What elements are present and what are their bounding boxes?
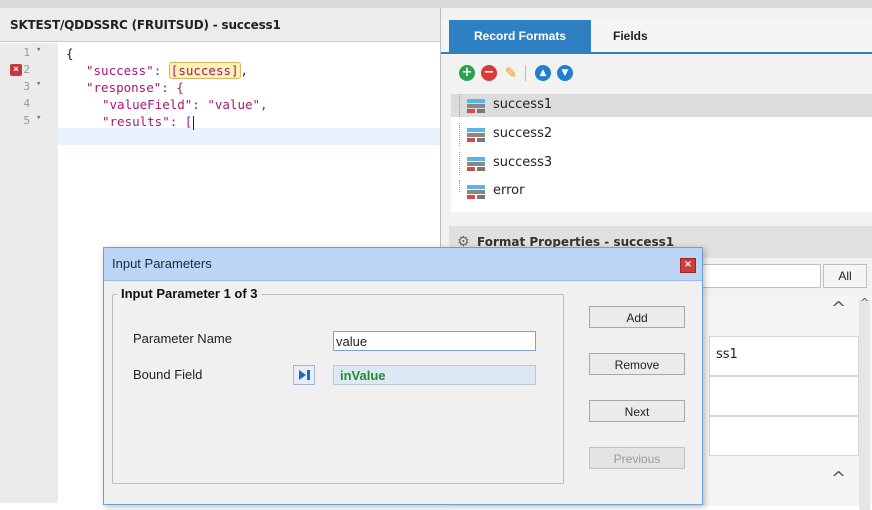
code-key: "success":	[86, 63, 169, 78]
parameter-name-input[interactable]: value	[333, 331, 536, 351]
tab-bar: Record Formats Fields	[441, 20, 872, 54]
all-button[interactable]: All	[823, 264, 867, 288]
code-line-5: "results": [	[102, 113, 195, 130]
tree-connector	[459, 180, 460, 192]
bound-field-value: inValue	[333, 365, 536, 385]
move-up-icon[interactable]: ▲	[535, 65, 551, 81]
previous-button[interactable]: Previous	[589, 447, 685, 469]
dialog-title: Input Parameters	[112, 256, 212, 271]
gutter-line: 1 ▾	[0, 45, 56, 62]
toolbar-divider	[525, 65, 526, 81]
tree-item-success1[interactable]: success1	[451, 94, 872, 117]
tab-record-formats[interactable]: Record Formats	[449, 20, 591, 52]
record-format-icon	[467, 128, 485, 142]
code-text: {	[66, 46, 74, 61]
line-number: 1	[23, 46, 30, 59]
fold-arrow-icon[interactable]: ▾	[36, 113, 41, 123]
record-toolbar: + − ✎ ▲ ▼	[451, 62, 871, 88]
tree-connector	[459, 123, 460, 146]
code-line-2: "success": [success],	[86, 62, 248, 79]
code-key: "response": {	[86, 80, 184, 95]
dialog-titlebar[interactable]: Input Parameters ×	[104, 248, 702, 281]
parameter-name-label: Parameter Name	[133, 331, 232, 346]
placeholder-badge[interactable]: [success]	[168, 62, 241, 79]
record-format-icon	[467, 157, 485, 171]
tree-item-success2[interactable]: success2	[451, 123, 872, 146]
property-value-cell[interactable]	[709, 376, 859, 416]
code-area[interactable]: { "success": [success], "response": { "v…	[60, 43, 440, 163]
top-strip	[0, 0, 872, 8]
error-icon[interactable]: ×	[10, 64, 22, 76]
input-parameters-dialog: Input Parameters × Input Parameter 1 of …	[103, 247, 703, 505]
bound-field-label: Bound Field	[133, 367, 203, 382]
collapse-caret-icon[interactable]: ^	[831, 298, 846, 319]
tree-connector	[459, 94, 460, 117]
line-number: 3	[23, 80, 30, 93]
gutter-line: 5 ▾	[0, 113, 56, 130]
code-line-4: "valueField": "value",	[102, 96, 268, 113]
tree-item-success3[interactable]: success3	[451, 152, 872, 175]
close-icon[interactable]: ×	[680, 258, 696, 273]
bound-field-picker-button[interactable]	[293, 365, 315, 385]
tree-item-label: success3	[493, 155, 553, 170]
tree-item-label: error	[493, 183, 525, 198]
fold-arrow-icon[interactable]: ▾	[36, 45, 41, 55]
line-number: 5	[23, 114, 30, 127]
parameter-groupbox: Input Parameter 1 of 3 Parameter Name va…	[112, 286, 564, 484]
gutter-line: 3 ▾	[0, 79, 56, 96]
property-value-cell[interactable]: ss1	[709, 336, 859, 376]
tree-item-error[interactable]: error	[451, 180, 872, 203]
collapse-caret-icon[interactable]: ^	[831, 468, 846, 489]
tree-item-label: success2	[493, 126, 553, 141]
next-button[interactable]: Next	[589, 400, 685, 422]
add-button[interactable]: Add	[589, 306, 685, 328]
record-format-icon	[467, 185, 485, 199]
remove-icon[interactable]: −	[481, 65, 497, 81]
property-value-cell[interactable]	[709, 416, 859, 456]
code-key: "results": [	[102, 114, 193, 129]
scroll-up-icon[interactable]: ^	[860, 296, 869, 309]
code-line-3: "response": {	[86, 79, 184, 96]
gutter-line: × 2	[0, 62, 56, 79]
group-title: Input Parameter 1 of 3	[117, 286, 262, 301]
code-text: ,	[240, 63, 249, 78]
record-format-icon	[467, 99, 485, 113]
gutter-line: 4	[0, 96, 56, 113]
editor-title: SKTEST/QDDSSRC (FRUITSUD) - success1	[0, 8, 440, 42]
edit-pencil-icon[interactable]: ✎	[503, 65, 519, 81]
tab-fields[interactable]: Fields	[601, 20, 660, 52]
code-line-1: {	[66, 45, 74, 62]
properties-scrollbar[interactable]: ^	[859, 296, 870, 510]
line-gutter: 1 ▾ × 2 3 ▾ 4 5 ▾	[0, 43, 58, 503]
code-key: "valueField":	[102, 97, 208, 112]
tree-connector	[459, 152, 460, 175]
remove-button[interactable]: Remove	[589, 353, 685, 375]
property-value: ss1	[716, 347, 738, 362]
line-number: 2	[23, 63, 30, 76]
line-number: 4	[23, 97, 30, 110]
code-value: "value",	[207, 97, 268, 112]
tree-item-label: success1	[493, 97, 553, 112]
move-down-icon[interactable]: ▼	[557, 65, 573, 81]
text-cursor	[193, 115, 195, 130]
fold-arrow-icon[interactable]: ▾	[36, 79, 41, 89]
record-format-tree: success1 success2 success3 error	[451, 94, 872, 212]
add-icon[interactable]: +	[459, 65, 475, 81]
